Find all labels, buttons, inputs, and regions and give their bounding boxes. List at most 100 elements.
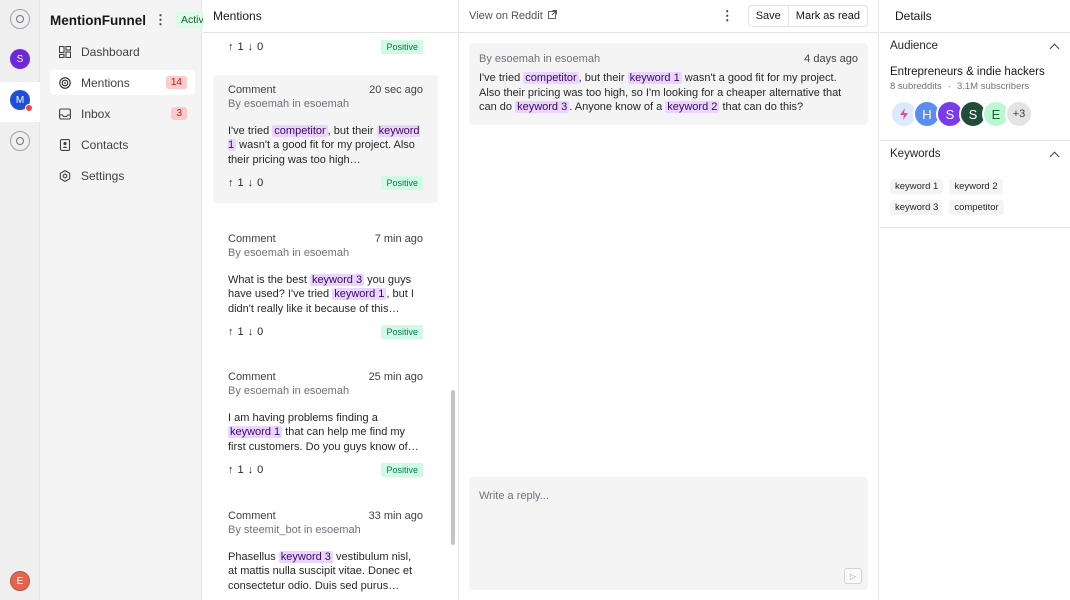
- keyword-highlight: keyword 3: [309, 274, 365, 286]
- item-header: Comment 7 min ago: [228, 233, 423, 245]
- item-header: Comment 25 min ago: [228, 371, 423, 383]
- sentiment-badge: Positive: [381, 324, 423, 339]
- post-meta: By esoemah in esoemah 4 days ago: [479, 53, 858, 65]
- action-buttons: Save Mark as read: [747, 5, 868, 27]
- item-author: By steemit_bot in esoemah: [228, 524, 361, 536]
- keyword-chip[interactable]: keyword 3: [890, 200, 944, 215]
- item-header: Comment 33 min ago: [228, 510, 423, 522]
- audience-section: Audience Entrepreneurs & indie hackers 8…: [880, 33, 1070, 141]
- arrow-down-icon[interactable]: ↓: [248, 464, 254, 476]
- body-text: . Anyone know of a: [569, 101, 666, 113]
- workspace-rail: S M E: [0, 0, 40, 600]
- body-text: I've tried: [228, 125, 273, 137]
- item-time: 20 sec ago: [369, 84, 423, 96]
- lightning-icon: [900, 108, 908, 120]
- workspace-home-icon[interactable]: [10, 9, 30, 29]
- body-text: I've tried: [479, 72, 524, 84]
- inbox-count-badge: 3: [171, 107, 187, 120]
- list-item[interactable]: Comment 33 min ago By steemit_bot in eso…: [213, 510, 438, 593]
- scrollbar-thumb[interactable]: [451, 390, 455, 545]
- save-button[interactable]: Save: [748, 6, 788, 26]
- keyword-highlight: keyword 3: [278, 551, 333, 563]
- list-item[interactable]: Comment 20 sec ago By esoemah in esoemah…: [213, 75, 438, 203]
- post-body: I've tried competitor, but their keyword…: [479, 71, 858, 115]
- keyword-highlight: competitor: [523, 72, 579, 84]
- vote-counter: ↑ 1 ↓ 0: [228, 463, 264, 476]
- workspace-avatar-m[interactable]: M: [10, 90, 33, 112]
- item-body: I've tried competitor, but their keyword…: [228, 124, 423, 167]
- details-panel: Details Audience Entrepreneurs & indie h…: [880, 0, 1070, 600]
- sidebar-item-label: Settings: [81, 168, 125, 183]
- details-header: Details: [880, 0, 1070, 33]
- mention-detail: View on Reddit ⋮ Save Mark as read By es…: [459, 0, 879, 600]
- item-type: Comment: [228, 233, 276, 245]
- sentiment-badge: Positive: [381, 175, 423, 190]
- sidebar: MentionFunnel ⋮ Active Dashboard Mention…: [40, 0, 215, 600]
- sidebar-item-dashboard[interactable]: Dashboard: [50, 39, 195, 64]
- sidebar-item-settings[interactable]: Settings: [50, 163, 195, 188]
- keyword-highlight: keyword 1: [627, 72, 682, 84]
- audience-toggle[interactable]: Audience: [890, 33, 1060, 59]
- item-body: Phasellus keyword 3 vestibulum nisl, at …: [228, 550, 423, 593]
- item-body: What is the best keyword 3 you guys have…: [228, 273, 423, 316]
- mentions-panel: Mentions ↑ 1 ↓ 0 Positive Comment 20 sec a…: [203, 0, 459, 600]
- audience-name: Entrepreneurs & indie hackers: [890, 66, 1045, 78]
- sidebar-item-mentions[interactable]: Mentions 14: [50, 70, 195, 95]
- arrow-down-icon[interactable]: ↓: [248, 177, 254, 189]
- detail-toolbar: View on Reddit ⋮ Save Mark as read: [459, 0, 878, 33]
- contacts-icon: [58, 138, 71, 151]
- item-footer: ↑ 1 ↓ 0 Positive: [228, 324, 423, 339]
- more-subreddits-avatar[interactable]: +3: [1005, 100, 1033, 128]
- target-icon: [58, 76, 71, 89]
- item-author: By esoemah in esoemah: [228, 98, 350, 110]
- sidebar-item-inbox[interactable]: Inbox 3: [50, 101, 195, 126]
- arrow-up-icon[interactable]: ↑: [228, 177, 234, 189]
- arrow-down-icon[interactable]: ↓: [248, 326, 254, 338]
- list-item[interactable]: ↑ 1 ↓ 0 Positive: [213, 40, 438, 54]
- list-item[interactable]: Comment 25 min ago By esoemah in esoemah…: [213, 371, 438, 477]
- post-time: 4 days ago: [804, 53, 858, 65]
- more-vertical-icon[interactable]: ⋮: [154, 12, 167, 28]
- send-icon[interactable]: ▷: [844, 568, 862, 584]
- body-text: Phasellus: [228, 551, 279, 563]
- body-text: I am having problems finding a: [228, 412, 378, 424]
- body-text: , but their: [578, 72, 628, 84]
- item-footer: ↑ 1 ↓ 0 Positive: [228, 175, 423, 190]
- more-vertical-icon[interactable]: ⋮: [721, 8, 734, 24]
- mentions-count-badge: 14: [165, 76, 187, 89]
- list-item[interactable]: Comment 7 min ago By esoemah in esoemah …: [213, 233, 438, 339]
- sidebar-item-contacts[interactable]: Contacts: [50, 132, 195, 157]
- user-avatar[interactable]: E: [10, 571, 30, 591]
- keyword-chip[interactable]: keyword 2: [949, 179, 1003, 194]
- arrow-up-icon[interactable]: ↑: [228, 464, 234, 476]
- keyword-highlight: competitor: [272, 125, 328, 137]
- mentions-header: Mentions: [203, 0, 458, 33]
- reply-input[interactable]: Write a reply... ▷: [469, 477, 868, 590]
- body-text: What is the best: [228, 274, 310, 286]
- keyword-chips: keyword 1 keyword 2 keyword 3 competitor: [890, 167, 1020, 227]
- brand-header: MentionFunnel ⋮ Active: [50, 10, 215, 30]
- mark-as-read-button[interactable]: Mark as read: [787, 6, 867, 26]
- body-text: , but their: [327, 125, 377, 137]
- workspace-avatar-s[interactable]: S: [10, 49, 30, 69]
- add-workspace-icon[interactable]: [10, 131, 30, 151]
- item-time: 33 min ago: [368, 510, 423, 522]
- arrow-up-icon[interactable]: ↑: [228, 326, 234, 338]
- keywords-toggle[interactable]: Keywords: [890, 141, 1060, 167]
- reply-placeholder: Write a reply...: [479, 490, 549, 502]
- keyword-chip[interactable]: keyword 1: [890, 179, 944, 194]
- vote-counter: ↑ 1 ↓ 0: [228, 41, 264, 53]
- sidebar-item-label: Mentions: [81, 75, 130, 90]
- panel-title: Details: [895, 9, 932, 23]
- keyword-chip[interactable]: competitor: [949, 200, 1004, 215]
- app-name: MentionFunnel: [50, 12, 146, 28]
- sidebar-nav: Dashboard Mentions 14 Inbox 3 Contacts S…: [50, 39, 195, 194]
- keyword-highlight: keyword 1: [332, 288, 387, 301]
- body-text: wasn't a good fit for my project. Also t…: [228, 139, 415, 166]
- arrow-down-icon[interactable]: ↓: [248, 41, 254, 53]
- item-footer: ↑ 1 ↓ 0 Positive: [228, 462, 423, 477]
- view-on-reddit-link[interactable]: View on Reddit: [469, 10, 557, 22]
- mentions-list[interactable]: ↑ 1 ↓ 0 Positive Comment 20 sec ago By eso…: [203, 33, 458, 600]
- item-time: 7 min ago: [374, 233, 423, 245]
- arrow-up-icon[interactable]: ↑: [228, 41, 234, 53]
